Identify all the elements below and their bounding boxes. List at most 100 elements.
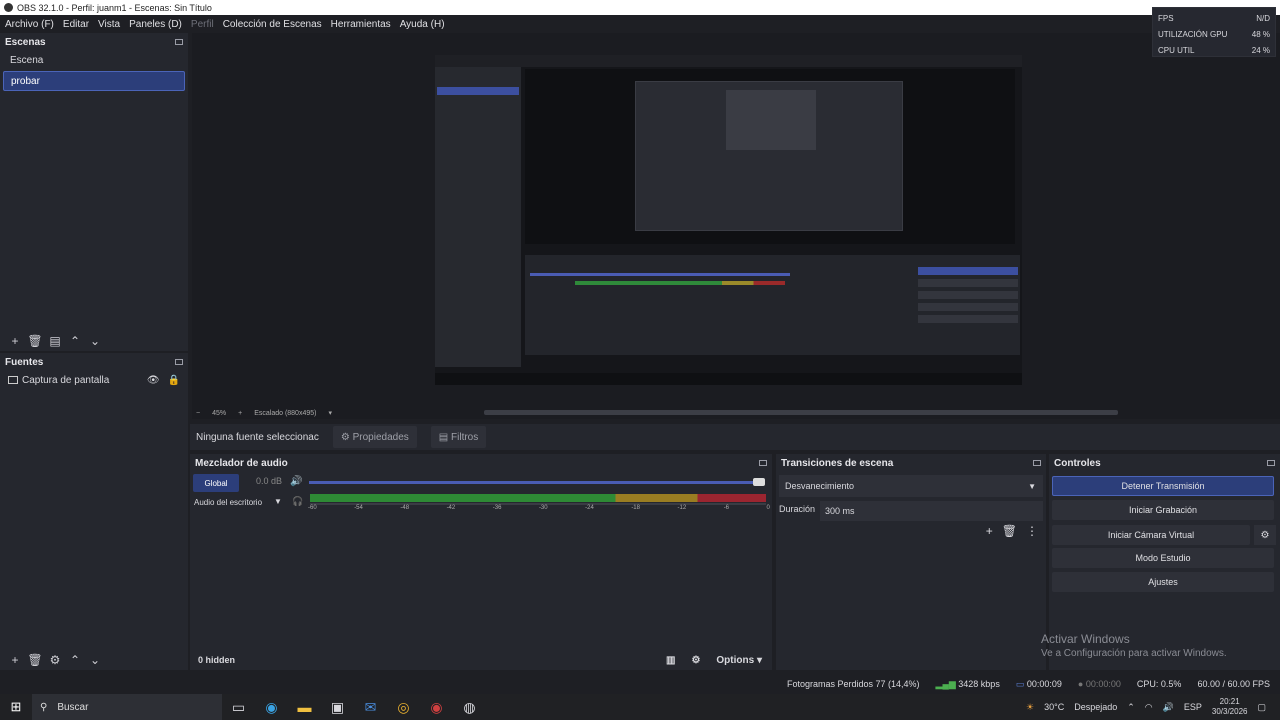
preview-area[interactable]	[192, 33, 1280, 407]
menu-vista[interactable]: Vista	[98, 19, 120, 30]
clock-date: 30/3/2026	[1211, 707, 1248, 716]
file-explorer-icon[interactable]: ▬	[288, 699, 321, 715]
menu-archivo[interactable]: Archivo (F)	[5, 19, 54, 30]
tray-chevron-icon[interactable]: ⌃	[1127, 702, 1135, 713]
zoom-in-icon[interactable]: +	[238, 410, 242, 417]
advanced-audio-icon[interactable]: ⚙	[691, 655, 700, 666]
scene-item-escena[interactable]: Escena	[3, 51, 185, 71]
menu-herramientas[interactable]: Herramientas	[331, 19, 391, 30]
cpu-label: CPU UTIL	[1158, 45, 1195, 55]
undock-icon[interactable]	[759, 460, 767, 466]
properties-button[interactable]: ⚙ Propiedades	[332, 426, 417, 448]
undock-icon[interactable]	[1033, 460, 1041, 466]
clock-time: 20:21	[1219, 697, 1240, 706]
undock-icon[interactable]	[175, 39, 183, 45]
menu-coleccion-escenas[interactable]: Colección de Escenas	[223, 19, 322, 30]
weather-temp: 30°C	[1044, 702, 1065, 712]
weather-icon[interactable]: ☀	[1026, 702, 1034, 713]
watermark-line2: Ve a Configuración para activar Windows.	[1041, 648, 1227, 659]
move-up-icon[interactable]: ⌃	[65, 334, 85, 348]
speaker-icon[interactable]: 🔊	[290, 476, 302, 487]
options-button[interactable]: Options ▾	[716, 655, 762, 666]
meter-tick: -6	[723, 505, 730, 511]
virtual-cam-button[interactable]: Iniciar Cámara Virtual	[1052, 525, 1250, 545]
global-volume-button[interactable]: Global	[193, 474, 239, 492]
obs-taskbar-icon[interactable]: ◍	[453, 699, 486, 716]
menu-editar[interactable]: Editar	[63, 19, 89, 30]
preview-scrollbar[interactable]	[484, 410, 1118, 415]
add-transition-icon[interactable]: +	[986, 524, 993, 538]
global-db: 0.0 dB	[256, 476, 283, 486]
audio-mixer-dock: Mezclador de audio Global 0.0 dB 🔊 Audio…	[190, 454, 772, 670]
stop-stream-button[interactable]: Detener Transmisión	[1052, 476, 1274, 496]
audio-meter	[310, 494, 766, 502]
preview-canvas[interactable]	[435, 55, 1022, 385]
sources-title: Fuentes	[5, 356, 44, 368]
source-settings-icon[interactable]: ⚙	[45, 653, 65, 667]
remove-transition-icon[interactable]: 🗑	[1002, 524, 1017, 538]
headphones-icon[interactable]: 🎧	[292, 496, 303, 507]
nested-volume	[530, 273, 790, 276]
more-icon[interactable]: ⋮	[1026, 524, 1038, 538]
duration-value: 300 ms	[825, 506, 855, 516]
mixer-title: Mezclador de audio	[195, 457, 288, 469]
remove-scene-icon[interactable]: 🗑	[25, 334, 45, 348]
language-indicator[interactable]: ESP	[1184, 702, 1202, 712]
start-record-button[interactable]: Iniciar Grabación	[1052, 500, 1274, 520]
cpu-usage: CPU: 0.5%	[1136, 679, 1182, 689]
global-volume-slider[interactable]	[309, 481, 759, 484]
taskbar-clock[interactable]: 20:21 30/3/2026	[1212, 697, 1248, 717]
meter-tick: -24	[585, 505, 594, 511]
chrome-icon[interactable]: ◎	[387, 699, 420, 716]
move-up-icon[interactable]: ⌃	[65, 653, 85, 667]
nested-menu	[435, 55, 1022, 67]
wifi-icon[interactable]: ◠	[1145, 702, 1153, 713]
source-item-captura[interactable]: Captura de pantalla 👁 🔒	[0, 371, 188, 389]
sources-dock: Fuentes Captura de pantalla 👁 🔒 + 🗑 ⚙ ⌃ …	[0, 353, 188, 670]
mail-icon[interactable]: ✉	[354, 699, 387, 716]
transition-select[interactable]: Desvanecimiento ▼	[779, 475, 1043, 497]
notification-icon[interactable]: ▢	[1257, 702, 1266, 713]
zoom-out-icon[interactable]: −	[196, 410, 200, 417]
remove-source-icon[interactable]: 🗑	[25, 653, 45, 667]
taskbar-search[interactable]: ⚲ Buscar	[32, 694, 222, 720]
filters-label: Filtros	[451, 431, 479, 443]
layout-icon[interactable]: ▥	[666, 655, 675, 666]
filters-button[interactable]: ▤ Filtros	[430, 426, 487, 448]
edge-icon[interactable]: ◉	[255, 699, 288, 716]
menu-paneles[interactable]: Paneles (D)	[129, 19, 182, 30]
undock-icon[interactable]	[1267, 460, 1275, 466]
add-source-icon[interactable]: +	[5, 653, 25, 667]
signal-icon: ▂▄▆	[935, 678, 956, 689]
stats-overlay: FPS N/D UTILIZACIÓN GPU 48 % CPU UTIL 24 %	[1152, 7, 1276, 57]
cpu-value: 24 %	[1251, 45, 1270, 55]
channel-dropdown-icon[interactable]: ▼	[274, 497, 282, 506]
context-bar: Ninguna fuente seleccionac ⚙ Propiedades…	[190, 424, 1280, 450]
scene-item-probar[interactable]: probar	[3, 71, 185, 91]
virtual-cam-settings-icon[interactable]: ⚙	[1254, 525, 1276, 545]
stream-time-value: 00:00:09	[1026, 678, 1062, 689]
studio-mode-button[interactable]: Modo Estudio	[1052, 548, 1274, 568]
move-down-icon[interactable]: ⌄	[85, 653, 105, 667]
move-down-icon[interactable]: ⌄	[85, 334, 105, 348]
obs-logo-icon	[4, 3, 13, 12]
stream-icon: ▭	[1015, 678, 1025, 689]
filters-scene-icon[interactable]: ▤	[45, 334, 65, 348]
controls-title: Controles	[1054, 457, 1101, 469]
menu-ayuda[interactable]: Ayuda (H)	[400, 19, 445, 30]
app-icon[interactable]: ◉	[420, 699, 453, 716]
lock-icon[interactable]: 🔒	[168, 375, 180, 386]
undock-icon[interactable]	[175, 359, 183, 365]
chevron-down-icon[interactable]: ▾	[328, 409, 332, 417]
volume-slider-handle[interactable]	[753, 478, 765, 486]
scenes-title: Escenas	[5, 36, 46, 48]
duration-field[interactable]: 300 ms	[820, 501, 1043, 521]
eye-icon[interactable]: 👁	[147, 375, 160, 386]
task-view-icon[interactable]: ▭	[222, 699, 255, 716]
settings-button[interactable]: Ajustes	[1052, 572, 1274, 592]
menu-perfil[interactable]: Perfil	[191, 19, 214, 30]
windows-start-icon[interactable]: ⊞	[0, 699, 32, 715]
volume-icon[interactable]: 🔊	[1163, 702, 1174, 713]
add-scene-icon[interactable]: +	[5, 334, 25, 348]
store-icon[interactable]: ▣	[321, 699, 354, 716]
